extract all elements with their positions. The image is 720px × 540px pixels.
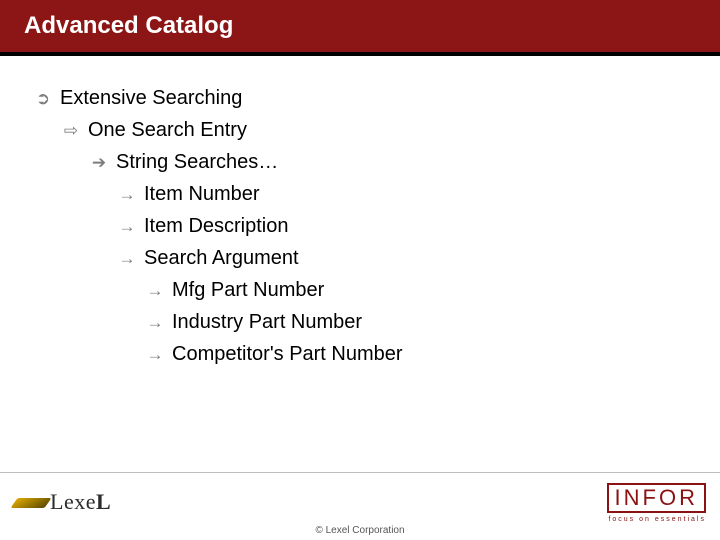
- bullet-text: String Searches…: [116, 146, 278, 178]
- lexel-logo-text: LexeL: [50, 489, 111, 515]
- bullet-text: Competitor's Part Number: [172, 338, 403, 370]
- bullet-level-5: → Industry Part Number: [146, 306, 720, 338]
- bullet-level-5: → Competitor's Part Number: [146, 338, 720, 370]
- bullet-level-3: ➔ String Searches…: [90, 146, 720, 178]
- bullet-level-4: → Item Description: [118, 210, 720, 242]
- bullet-icon: →: [146, 309, 164, 336]
- bullet-level-4: → Search Argument: [118, 242, 720, 274]
- bullet-level-2: ⇨ One Search Entry: [62, 114, 720, 146]
- footer: LexeL INFOR focus on essentials © Lexel …: [0, 472, 720, 540]
- content-area: ➲ Extensive Searching ⇨ One Search Entry…: [0, 56, 720, 370]
- bullet-text: Item Description: [144, 210, 289, 242]
- swoosh-icon: [14, 490, 48, 514]
- slide: Advanced Catalog ➲ Extensive Searching ⇨…: [0, 0, 720, 540]
- infor-tagline: focus on essentials: [607, 516, 706, 523]
- bullet-text: Item Number: [144, 178, 260, 210]
- bullet-icon: →: [118, 213, 136, 240]
- bullet-icon: ➲: [34, 85, 52, 112]
- bullet-icon: ➔: [90, 149, 108, 176]
- bullet-icon: ⇨: [62, 117, 80, 144]
- bullet-text: Industry Part Number: [172, 306, 362, 338]
- bullet-icon: →: [146, 277, 164, 304]
- bullet-text: Extensive Searching: [60, 82, 242, 114]
- title-bar: Advanced Catalog: [0, 0, 720, 56]
- bullet-text: Search Argument: [144, 242, 299, 274]
- infor-logo: INFOR focus on essentials: [607, 483, 706, 523]
- bullet-text: Mfg Part Number: [172, 274, 324, 306]
- lexel-logo: LexeL: [14, 489, 111, 515]
- bullet-level-4: → Item Number: [118, 178, 720, 210]
- infor-logo-text: INFOR: [607, 483, 706, 513]
- slide-title: Advanced Catalog: [24, 12, 233, 40]
- bullet-icon: →: [118, 245, 136, 272]
- bullet-icon: →: [118, 181, 136, 208]
- bullet-level-1: ➲ Extensive Searching: [34, 82, 720, 114]
- bullet-level-5: → Mfg Part Number: [146, 274, 720, 306]
- bullet-text: One Search Entry: [88, 114, 247, 146]
- copyright-text: © Lexel Corporation: [0, 525, 720, 536]
- bullet-icon: →: [146, 341, 164, 368]
